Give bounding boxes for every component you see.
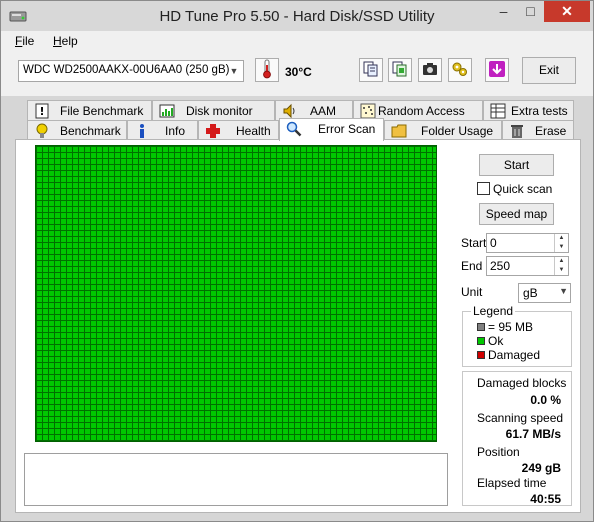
extra-tests-icon [490,103,506,119]
file-benchmark-icon: ! [34,103,50,119]
magnifier-icon [286,121,302,137]
tab-label: Benchmark [60,124,121,138]
tab-strip: ! File Benchmark Disk monitor AAM Random… [15,100,581,141]
chevron-down-icon: ▼ [559,286,568,296]
quick-scan-checkbox[interactable]: Quick scan [477,182,552,196]
tab-error-scan[interactable]: Error Scan [279,118,384,141]
health-cross-icon [205,123,221,139]
damaged-blocks-value: 0.0 % [530,393,561,407]
scan-log-area[interactable] [24,453,448,506]
drive-select-value: WDC WD2500AAKX-00U6AA0 (250 gB) [23,64,230,76]
speaker-icon [282,103,298,119]
screenshot-button[interactable] [418,58,442,82]
block-swatch [477,323,485,331]
title-bar[interactable]: HD Tune Pro 5.50 - Hard Disk/SSD Utility… [1,1,593,31]
copy-info-button[interactable] [388,58,412,82]
position-value: 249 gB [521,461,561,475]
random-access-icon [360,103,376,119]
tab-label: Error Scan [318,122,376,136]
tab-disk-monitor[interactable]: Disk monitor [152,100,275,120]
damaged-swatch [477,351,485,359]
options-icon [452,61,468,80]
temperature-button[interactable] [255,58,279,82]
save-button[interactable] [485,58,509,82]
thermometer-icon [261,59,273,82]
tab-random-access[interactable]: Random Access [353,100,483,120]
tab-info[interactable]: Info [127,120,198,140]
tab-label: AAM [310,104,337,118]
tab-label: File Benchmark [60,104,144,118]
menu-file[interactable]: File [15,34,34,48]
trash-icon [509,123,525,139]
start-field-label: Start [461,236,487,250]
copy-text-icon [363,61,379,80]
spin-arrows-icon[interactable]: ▲ ▼ [554,234,568,252]
minimize-button[interactable]: – [490,1,517,22]
maximize-button[interactable]: □ [517,1,544,22]
scan-stats-group: Damaged blocks 0.0 % Scanning speed 61.7… [462,371,572,506]
menu-bar: File Help [1,31,593,52]
tab-label: Health [236,124,271,138]
tab-benchmark[interactable]: Benchmark [27,120,127,140]
scanning-speed-value: 61.7 MB/s [505,427,561,441]
scanning-speed-label: Scanning speed [477,411,564,425]
tab-extra-tests[interactable]: Extra tests [483,100,574,120]
disk-monitor-icon [159,103,175,119]
tab-label: Folder Usage [421,124,494,138]
options-button[interactable] [448,58,472,82]
end-field-label: End [461,259,483,273]
unit-label: Unit [461,285,483,299]
info-icon [134,123,150,139]
quick-scan-label: Quick scan [493,182,553,196]
legend-damaged: Damaged [477,348,540,362]
tab-label: Disk monitor [186,104,253,118]
tab-health[interactable]: Health [198,120,279,140]
app-window: HD Tune Pro 5.50 - Hard Disk/SSD Utility… [0,0,594,522]
exit-button[interactable]: Exit [522,57,576,84]
tab-aam[interactable]: AAM [275,100,353,120]
tab-folder-usage[interactable]: Folder Usage [384,120,502,140]
ok-swatch [477,337,485,345]
toolbar: WDC WD2500AAKX-00U6AA0 (250 gB) ▼ 30°C E… [1,52,593,96]
copy-info-icon [392,61,408,80]
start-spinbox[interactable]: 0 ▲ ▼ [486,233,569,253]
legend-title: Legend [471,304,516,318]
tab-erase[interactable]: Erase [502,120,574,140]
save-icon [488,60,506,81]
tab-label: Random Access [378,104,465,118]
unit-select[interactable]: gB ▼ [518,283,571,303]
spin-arrows-icon[interactable]: ▲ ▼ [554,257,568,275]
legend-group: Legend = 95 MB Ok Damaged [462,304,572,367]
end-spinbox[interactable]: 250 ▲ ▼ [486,256,569,276]
tab-file-benchmark[interactable]: ! File Benchmark [27,100,152,120]
checkbox-box[interactable] [477,182,490,195]
drive-select[interactable]: WDC WD2500AAKX-00U6AA0 (250 gB) ▼ [18,60,244,82]
svg-text:!: ! [39,105,44,118]
legend-ok: Ok [477,334,503,348]
speed-map-button[interactable]: Speed map [479,203,554,225]
benchmark-icon [34,123,50,139]
tab-label: Info [165,124,186,138]
temperature-readout: 30°C [285,65,312,79]
start-scan-button[interactable]: Start [479,154,554,176]
error-scan-panel: Start Quick scan Speed map Start 0 ▲ ▼ En… [15,139,581,513]
elapsed-time-value: 40:55 [530,492,561,506]
tab-label: Extra tests [511,104,568,118]
close-button[interactable]: ✕ [544,1,590,22]
position-label: Position [477,445,520,459]
chevron-down-icon: ▼ [229,66,239,76]
start-value: 0 [490,236,497,250]
menu-help[interactable]: Help [53,34,78,48]
legend-block-size: = 95 MB [477,320,533,334]
damaged-blocks-label: Damaged blocks [477,376,567,390]
scan-block-grid [35,145,437,442]
folder-icon [391,123,407,139]
elapsed-time-label: Elapsed time [477,476,547,490]
unit-value: gB [523,286,538,300]
end-value: 250 [490,259,511,273]
tab-label: Erase [535,124,567,138]
copy-text-button[interactable] [359,58,383,82]
screenshot-icon [422,62,438,79]
